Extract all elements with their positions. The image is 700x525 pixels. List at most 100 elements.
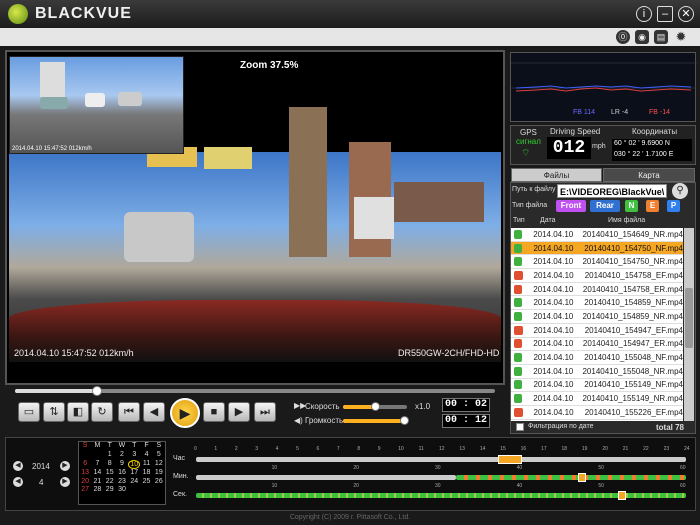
- calendar-day[interactable]: 25: [140, 478, 152, 487]
- hour-marker[interactable]: [498, 455, 522, 464]
- calendar-day[interactable]: 12: [153, 460, 165, 469]
- calendar-day[interactable]: 27: [79, 486, 91, 495]
- seek-handle[interactable]: [91, 386, 102, 396]
- month-prev-button[interactable]: ◀: [13, 477, 23, 487]
- filter-parking-button[interactable]: P: [667, 200, 680, 212]
- filter-front-button[interactable]: Front: [556, 200, 586, 212]
- calendar-day[interactable]: 11: [140, 460, 152, 469]
- settings-icon[interactable]: ✹: [674, 30, 688, 44]
- file-row[interactable]: 2014.04.10 20140410_155226_EF.mp4: [511, 406, 683, 420]
- calendar-day[interactable]: 8: [104, 460, 116, 469]
- stop-button[interactable]: ■: [203, 402, 225, 422]
- calendar-day[interactable]: 3: [128, 451, 140, 460]
- calendar-day[interactable]: 26: [153, 478, 165, 487]
- swap-view-button[interactable]: ⇅: [43, 402, 65, 422]
- calendar-day[interactable]: 14: [91, 469, 103, 478]
- file-row[interactable]: 2014.04.10 20140410_155048_NF.mp4: [511, 351, 683, 365]
- year-next-button[interactable]: ▶: [60, 461, 70, 471]
- file-date: 2014.04.10: [533, 257, 574, 267]
- calendar-day[interactable]: 17: [128, 469, 140, 478]
- month-next-button[interactable]: ▶: [60, 477, 70, 487]
- file-list-scrollbar[interactable]: [684, 228, 694, 421]
- hour-timeline[interactable]: [196, 457, 686, 462]
- calendar-day[interactable]: 20: [79, 478, 91, 487]
- file-row[interactable]: 2014.04.10 20140410_154947_ER.mp4: [511, 338, 683, 352]
- file-row[interactable]: 2014.04.10 20140410_154758_ER.mp4: [511, 283, 683, 297]
- wifi-signal-icon: ⌔: [521, 148, 531, 159]
- hour-tick-label: 7: [336, 446, 340, 452]
- filter-normal-button[interactable]: N: [625, 200, 638, 212]
- calendar-day[interactable]: 28: [91, 486, 103, 495]
- calendar-day[interactable]: 2: [116, 451, 128, 460]
- tab-map[interactable]: Карта: [603, 168, 695, 182]
- step-back-button[interactable]: ◀: [143, 402, 165, 422]
- file-date: 2014.04.10: [533, 243, 574, 253]
- hour-tick-label: 6: [316, 446, 320, 452]
- file-row[interactable]: 2014.04.10 20140410_154859_NF.mp4: [511, 296, 683, 311]
- calendar-day[interactable]: 19: [153, 469, 165, 478]
- calendar-day[interactable]: 22: [104, 478, 116, 487]
- next-file-button[interactable]: ⏭: [254, 402, 276, 422]
- info-button[interactable]: i: [636, 6, 652, 22]
- date-filter-checkbox[interactable]: [516, 423, 524, 431]
- speed-knob[interactable]: [371, 402, 380, 411]
- min-marker[interactable]: [578, 473, 586, 482]
- file-row[interactable]: 2014.04.10 20140410_154750_NR.mp4: [511, 255, 683, 270]
- play-button[interactable]: ▶: [170, 398, 200, 428]
- date-filter-label: Фильтрация по дате: [528, 423, 594, 430]
- calendar-day[interactable]: 5: [153, 451, 165, 460]
- file-row[interactable]: 2014.04.10 20140410_154758_EF.mp4: [511, 269, 683, 283]
- hour-tick-label: 20: [602, 446, 608, 452]
- folder-button[interactable]: ▭: [18, 402, 40, 422]
- sec-timeline[interactable]: [196, 493, 686, 498]
- camera-icon[interactable]: ◉: [635, 30, 649, 44]
- calendar-day[interactable]: 10: [128, 459, 141, 469]
- close-button[interactable]: ✕: [678, 6, 694, 22]
- step-forward-button[interactable]: ▶: [228, 402, 250, 422]
- sec-marker[interactable]: [618, 491, 626, 500]
- min-tick-label: 40: [516, 465, 523, 471]
- calendar-day[interactable]: 6: [79, 460, 91, 469]
- prev-file-button[interactable]: ⏮: [118, 402, 140, 422]
- calendar-day[interactable]: 23: [116, 478, 128, 487]
- file-row[interactable]: 2014.04.10 20140410_154947_EF.mp4: [511, 324, 683, 338]
- year-prev-button[interactable]: ◀: [13, 461, 23, 471]
- file-row[interactable]: 2014.04.10 20140410_154859_NR.mp4: [511, 310, 683, 324]
- screen-layout-button[interactable]: ◧: [67, 402, 89, 422]
- calendar-day[interactable]: 16: [116, 469, 128, 478]
- calendar-day[interactable]: 24: [128, 478, 140, 487]
- calendar-day[interactable]: 15: [104, 469, 116, 478]
- minimize-button[interactable]: –: [657, 6, 673, 22]
- filter-event-button[interactable]: E: [646, 200, 659, 212]
- calendar-day[interactable]: 30: [116, 486, 128, 495]
- calendar-day[interactable]: 29: [104, 486, 116, 495]
- volume-knob[interactable]: [399, 416, 409, 425]
- printer-icon[interactable]: ▤: [654, 30, 668, 44]
- file-row[interactable]: 2014.04.10 20140410_154649_NR.mp4: [511, 228, 683, 242]
- calendar-day[interactable]: 13: [79, 469, 91, 478]
- min-timeline-empty[interactable]: [196, 475, 456, 480]
- path-input[interactable]: E:\VIDEOREG\BlackVue\: [557, 184, 667, 198]
- normal-file-icon: [514, 366, 523, 376]
- file-row[interactable]: 2014.04.10 20140410_155149_NF.mp4: [511, 379, 683, 393]
- min-timeline-recorded[interactable]: [456, 475, 686, 480]
- calendar-day[interactable]: 18: [140, 469, 152, 478]
- file-date: 2014.04.10: [533, 325, 574, 335]
- file-name: 20140410_154859_NR.mp4: [582, 311, 683, 321]
- file-row[interactable]: 2014.04.10 20140410_155048_NR.mp4: [511, 365, 683, 379]
- hour-label: Час: [173, 455, 186, 462]
- calendar-day[interactable]: 21: [91, 478, 103, 487]
- tab-files[interactable]: Файлы: [511, 168, 602, 182]
- rotate-button[interactable]: ↻: [91, 402, 113, 422]
- rear-camera-pip[interactable]: [9, 56, 184, 154]
- calendar-day[interactable]: 4: [140, 451, 152, 460]
- calendar-day[interactable]: 1: [104, 451, 116, 460]
- calendar-day[interactable]: 9: [116, 460, 128, 469]
- info-icon[interactable]: ⓪: [616, 30, 630, 44]
- file-row[interactable]: 2014.04.10 20140410_154750_NF.mp4: [511, 241, 683, 256]
- file-date: 2014.04.10: [533, 229, 574, 239]
- file-row[interactable]: 2014.04.10 20140410_155149_NR.mp4: [511, 392, 683, 406]
- filter-rear-button[interactable]: Rear: [590, 200, 620, 212]
- search-icon[interactable]: ⚲: [672, 183, 688, 199]
- calendar-day[interactable]: 7: [91, 460, 103, 469]
